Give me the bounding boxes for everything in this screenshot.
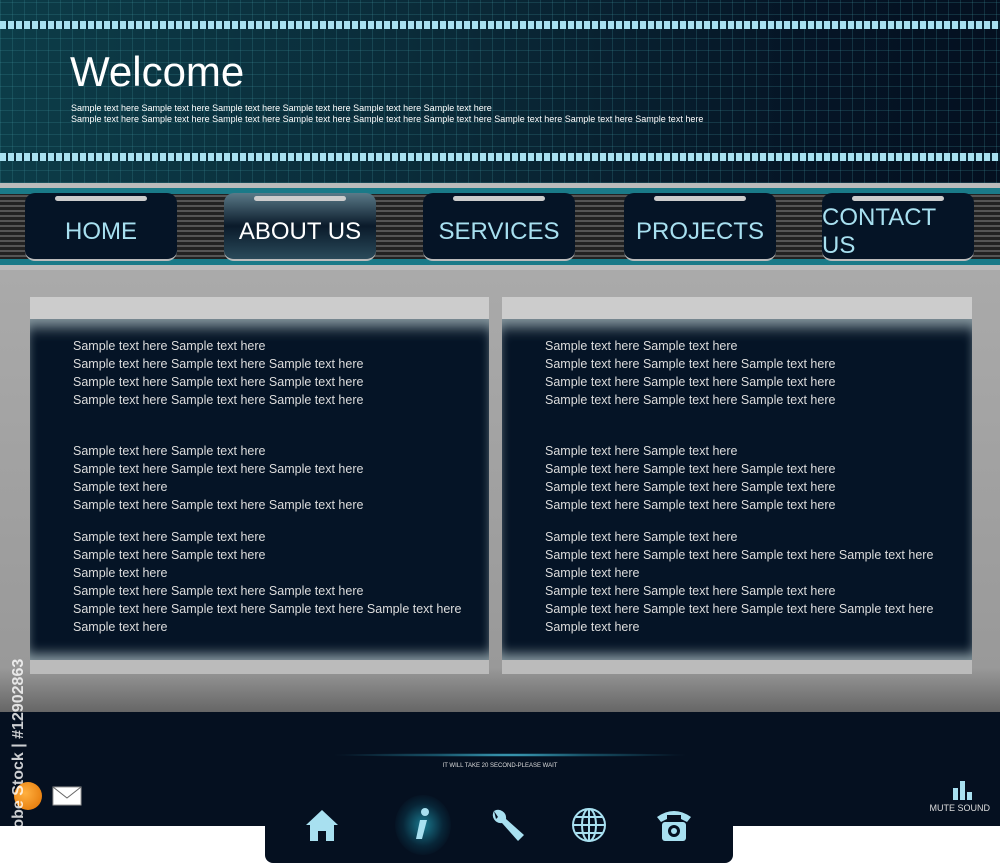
- page-title: Welcome: [70, 48, 245, 95]
- panel-text-line: Sample text here Sample text here Sample…: [73, 462, 364, 476]
- panel-text-line: Sample text here: [545, 566, 640, 580]
- loading-glow: [330, 753, 690, 757]
- panel-text-line: Sample text here Sample text here: [545, 339, 738, 353]
- header-banner: Welcome Sample text here Sample text her…: [0, 0, 1000, 183]
- dotted-divider: [0, 21, 1000, 29]
- panel-text-line: Sample text here Sample text here Sample…: [545, 357, 836, 371]
- info-icon[interactable]: [402, 805, 442, 845]
- panel-text-line: Sample text here: [73, 566, 168, 580]
- panel-text-line: Sample text here Sample text here: [73, 339, 266, 353]
- dotted-divider: [0, 153, 1000, 161]
- panel-text-line: Sample text here Sample text here: [545, 444, 738, 458]
- panel-text-line: Sample text here Sample text here Sample…: [545, 548, 934, 562]
- panel-text-line: Sample text here Sample text here Sample…: [545, 393, 836, 407]
- panel-text-line: Sample text here: [73, 620, 168, 634]
- nav-label: SERVICES: [438, 218, 560, 245]
- globe-icon[interactable]: [569, 805, 609, 845]
- panel-text-line: Sample text here Sample text here Sample…: [73, 584, 364, 598]
- panel-text-line: Sample text here: [545, 620, 640, 634]
- main-nav: HOME ABOUT US SERVICES PROJECTS CONTACT …: [0, 183, 1000, 270]
- panel-text-line: Sample text here Sample text here Sample…: [545, 375, 836, 389]
- nav-home[interactable]: HOME: [25, 193, 177, 261]
- panel-text-line: Sample text here Sample text here Sample…: [73, 498, 364, 512]
- panel-text-line: Sample text here Sample text here Sample…: [73, 375, 364, 389]
- panel-text-line: Sample text here Sample text here Sample…: [73, 357, 364, 371]
- nav-projects[interactable]: PROJECTS: [624, 193, 776, 261]
- nav-contact-us[interactable]: CONTACT US: [822, 193, 974, 261]
- nav-label: CONTACT US: [822, 204, 936, 259]
- panel-text-line: Sample text here Sample text here Sample…: [545, 480, 836, 494]
- panel-text-line: Sample text here Sample text here: [73, 444, 266, 458]
- panel-text-line: Sample text here Sample text here Sample…: [545, 584, 836, 598]
- panel-text-line: Sample text here Sample text here Sample…: [73, 602, 462, 616]
- nav-about-us[interactable]: ABOUT US: [224, 193, 376, 261]
- home-icon[interactable]: [302, 805, 342, 845]
- panel-text-line: Sample text here Sample text here: [545, 530, 738, 544]
- loading-text: IT WILL TAKE 20 SECOND-PLEASE WAIT: [442, 763, 558, 769]
- watermark: Adobe Stock | #12902863: [10, 658, 27, 850]
- intro-text: Sample text here Sample text here Sample…: [71, 103, 492, 113]
- nav-label: HOME: [65, 218, 137, 245]
- content-area: Sample text here Sample text here Sample …: [0, 270, 1000, 712]
- panel-text-line: Sample text here Sample text here: [73, 548, 266, 562]
- nav-services[interactable]: SERVICES: [423, 193, 575, 261]
- mail-icon[interactable]: [52, 786, 82, 806]
- panel-text-line: Sample text here Sample text here: [73, 530, 266, 544]
- phone-icon[interactable]: [654, 805, 694, 845]
- panel-text-line: Sample text here Sample text here Sample…: [545, 462, 836, 476]
- nav-label: ABOUT US: [238, 218, 362, 245]
- right-panel: Sample text here Sample text here Sample …: [502, 297, 972, 674]
- wrench-icon[interactable]: [488, 805, 528, 845]
- panel-text-line: Sample text here Sample text here Sample…: [545, 498, 836, 512]
- mute-sound-button[interactable]: MUTE SOUND: [930, 803, 991, 813]
- panel-text-line: Sample text here: [73, 480, 168, 494]
- panel-text-line: Sample text here Sample text here Sample…: [545, 602, 934, 616]
- left-panel: Sample text here Sample text here Sample …: [30, 297, 489, 674]
- nav-label: PROJECTS: [635, 218, 764, 245]
- sound-bars-icon[interactable]: [952, 780, 974, 800]
- intro-text: Sample text here Sample text here Sample…: [71, 114, 704, 124]
- panel-text-line: Sample text here Sample text here Sample…: [73, 393, 364, 407]
